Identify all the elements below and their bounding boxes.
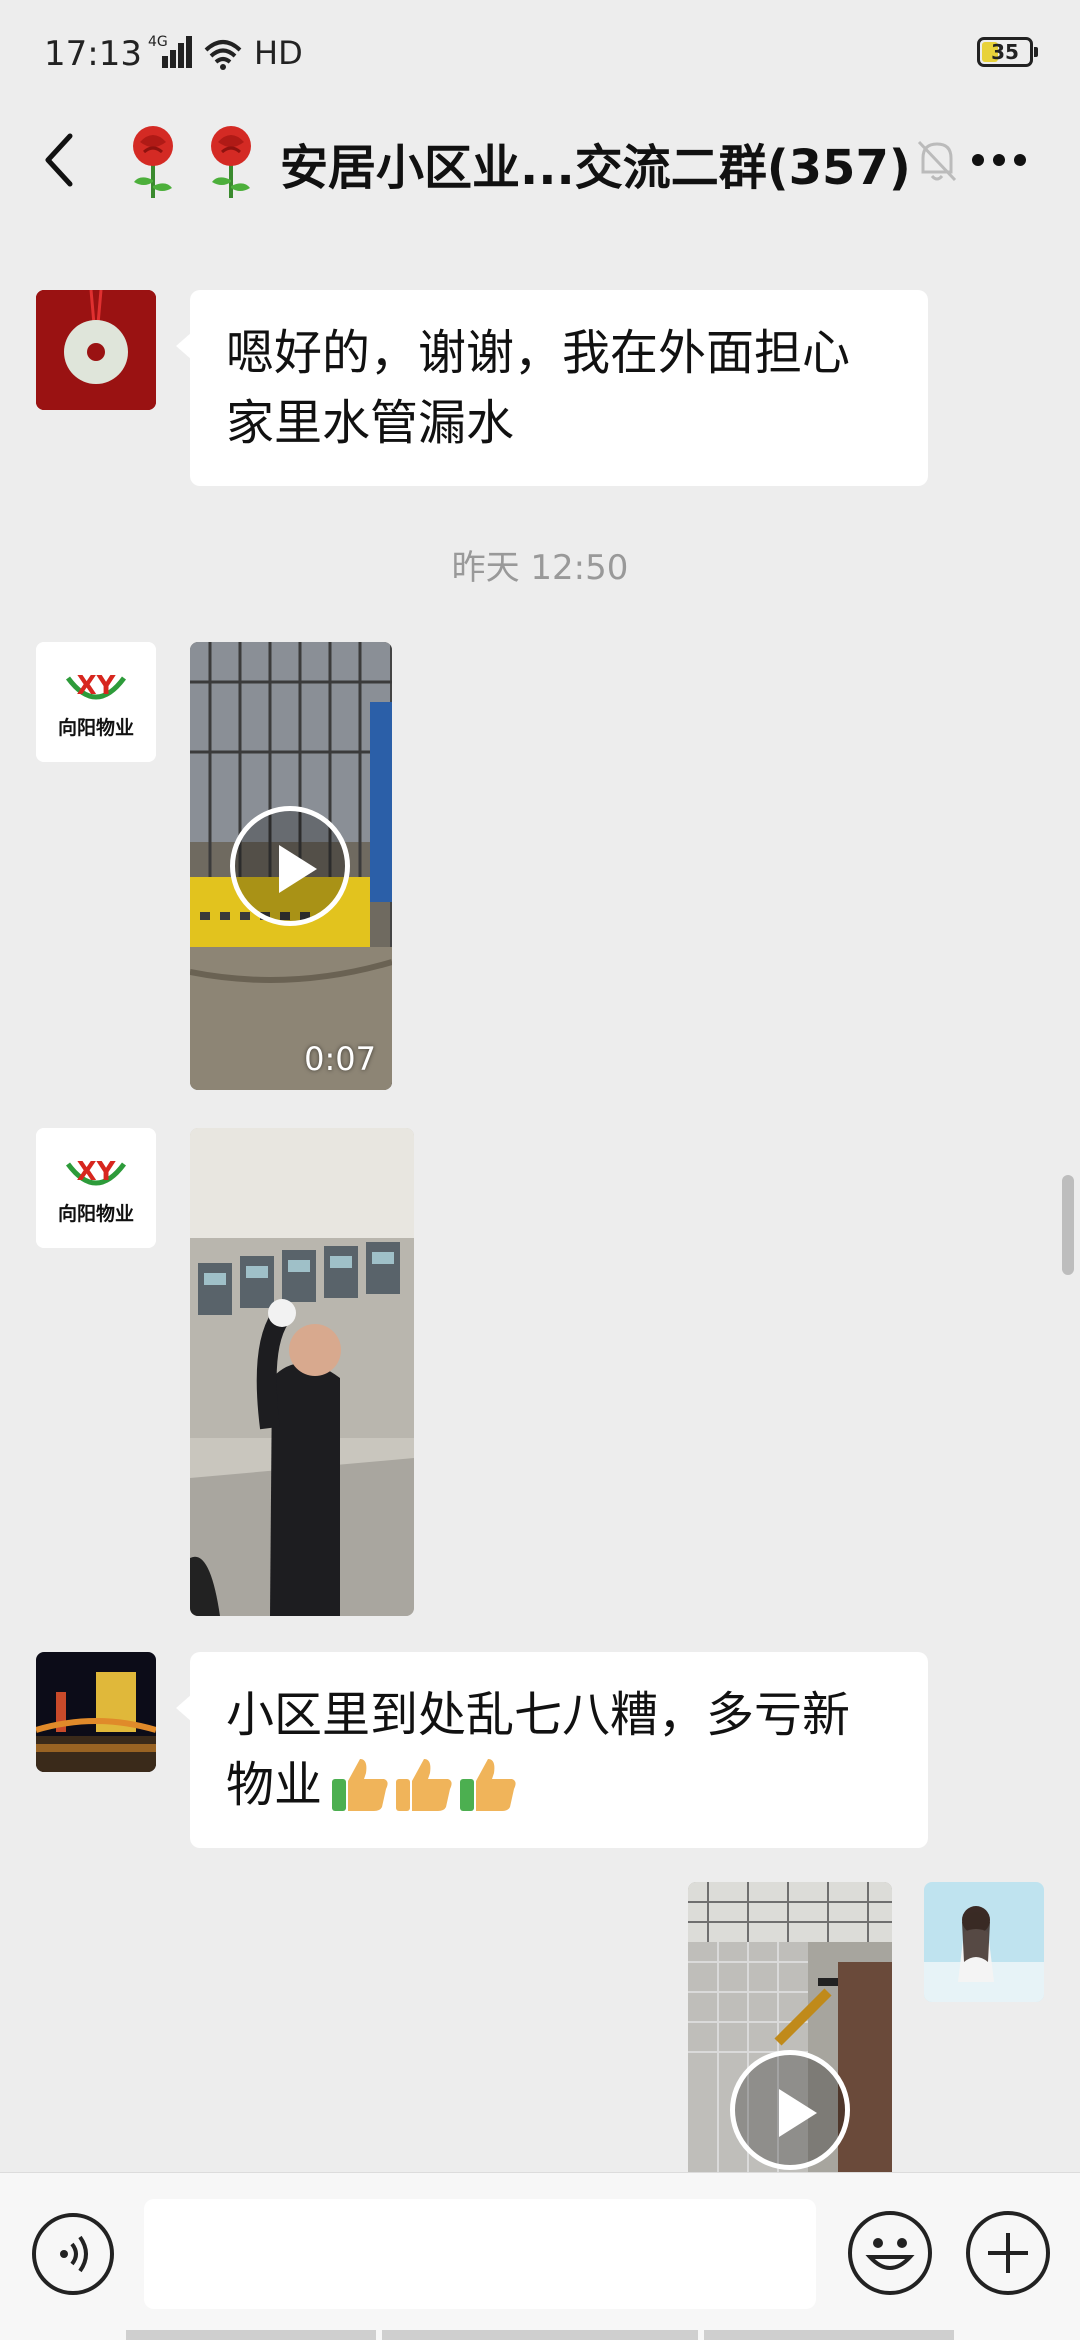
network-type: 4G <box>148 34 168 50</box>
input-bar <box>0 2172 1080 2340</box>
my-avatar[interactable] <box>924 1882 1044 2002</box>
xy-logo-icon: XY 向阳物业 <box>36 642 156 762</box>
message-text: 小区里到处乱七八糟，多亏新 <box>226 1687 851 1743</box>
image-message[interactable] <box>190 1128 414 1616</box>
keyboard-strip <box>704 2330 954 2340</box>
battery-level: 35 <box>991 40 1019 64</box>
battery-icon: 35 <box>977 37 1038 67</box>
night-city-icon <box>36 1652 156 1772</box>
thumbs-up-icon <box>396 1759 452 1811</box>
video-message[interactable] <box>688 1882 892 2172</box>
avatar[interactable]: XY 向阳物业 <box>36 642 156 762</box>
play-icon[interactable] <box>730 2050 850 2170</box>
message-input[interactable] <box>144 2199 816 2309</box>
message-text: 物业 <box>226 1757 323 1813</box>
chat-header: 安居小区业...交流二群(357) <box>0 110 1080 210</box>
scrollbar[interactable] <box>1062 1175 1074 1275</box>
plus-icon <box>988 2233 1028 2273</box>
chat-title[interactable]: 安居小区业...交流二群(357) <box>280 128 911 198</box>
keyboard-strip <box>382 2330 698 2340</box>
mute-bell-icon <box>917 140 957 182</box>
avatar-caption: 向阳物业 <box>58 1202 134 1225</box>
avatar[interactable] <box>36 290 156 410</box>
thumbs-up-icon <box>460 1759 516 1811</box>
rose-icon <box>211 126 251 198</box>
video-message[interactable]: 0:07 <box>190 642 392 1090</box>
plus-button[interactable] <box>966 2211 1050 2295</box>
girl-photo-icon <box>924 1882 1044 2002</box>
voice-button[interactable] <box>32 2213 114 2295</box>
logo-letters: XY <box>77 1157 117 1187</box>
jade-pendant-icon <box>36 290 156 410</box>
avatar[interactable]: XY 向阳物业 <box>36 1128 156 1248</box>
back-arrow-icon[interactable] <box>36 128 86 192</box>
message-text: 嗯好的，谢谢，我在外面担心 <box>226 325 851 381</box>
voice-icon <box>60 2235 88 2273</box>
play-icon[interactable] <box>230 806 350 926</box>
message-text-line: 物业 <box>226 1750 892 1820</box>
avatar[interactable] <box>36 1652 156 1772</box>
photo-thumbnail <box>190 1128 414 1616</box>
message-text: 家里水管漏水 <box>226 395 515 451</box>
xy-logo-icon: XY 向阳物业 <box>36 1128 156 1248</box>
signal-icon: 4G <box>148 34 242 70</box>
more-dots-icon[interactable] <box>964 130 1034 190</box>
hd-indicator: HD <box>254 34 303 72</box>
message-bubble[interactable]: 嗯好的，谢谢，我在外面担心 家里水管漏水 <box>176 290 928 486</box>
thumbs-up-icon <box>332 1759 388 1811</box>
video-duration: 0:07 <box>304 1040 376 1078</box>
avatar-caption: 向阳物业 <box>58 716 134 739</box>
message-bubble[interactable]: 小区里到处乱七八糟，多亏新 物业 <box>176 1652 928 1848</box>
keyboard-strip <box>126 2330 376 2340</box>
logo-letters: XY <box>77 671 117 701</box>
timestamp: 昨天 12:50 <box>451 548 629 588</box>
status-bar: 17:13 4G HD 35 <box>0 0 1080 110</box>
emoji-icon <box>865 2238 915 2270</box>
rose-icon <box>133 126 173 198</box>
emoji-button[interactable] <box>848 2211 932 2295</box>
status-time: 17:13 <box>44 34 142 74</box>
